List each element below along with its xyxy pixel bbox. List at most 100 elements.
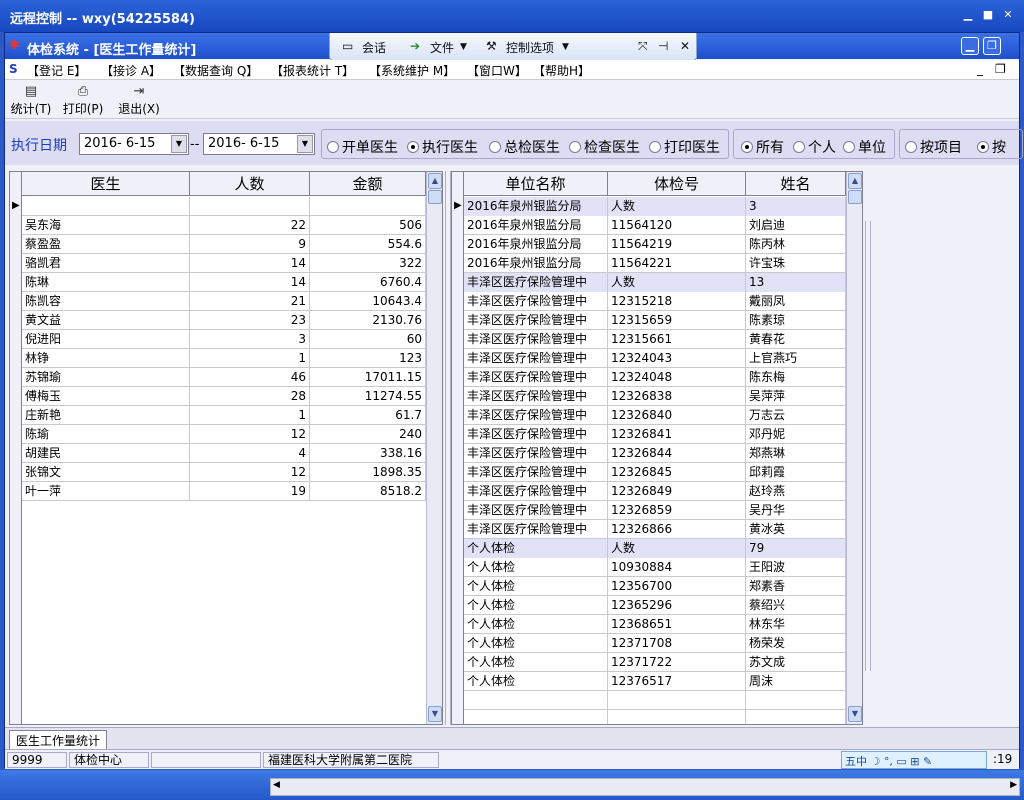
table-cell: 个人体检 xyxy=(464,577,608,596)
mdi-doc-icon[interactable]: S xyxy=(9,62,18,76)
table-cell: 个人体检 xyxy=(464,615,608,634)
minimize-icon[interactable]: ▁ xyxy=(960,7,976,23)
col-header-unit[interactable]: 单位名称 xyxy=(464,172,608,196)
tab-doctor-workload[interactable]: 医生工作量统计 xyxy=(9,730,108,749)
radio-summary-doctor[interactable]: 总检医生 xyxy=(489,137,560,157)
scroll-thumb[interactable] xyxy=(848,190,862,204)
scroll-down-icon[interactable]: ▼ xyxy=(848,706,862,722)
status-user-id: 9999 xyxy=(7,752,67,768)
close-remote-bar-icon[interactable]: ✕ xyxy=(680,39,690,53)
col-header-exam-no[interactable]: 体检号 xyxy=(608,172,746,196)
menu-register[interactable]: 【登记 E】 xyxy=(27,62,86,79)
table-cell: 郑燕琳 xyxy=(746,444,846,463)
col-header-amount[interactable]: 金额 xyxy=(310,172,426,196)
table-cell xyxy=(464,710,608,724)
radio-by-item[interactable]: 按项目 xyxy=(905,137,962,157)
table-cell: 傅梅玉 xyxy=(22,387,190,406)
scroll-down-icon[interactable]: ▼ xyxy=(428,706,442,722)
control-options-button[interactable]: 控制选项 xyxy=(506,39,554,56)
maximize-icon[interactable]: ■ xyxy=(980,7,996,23)
date-to-value: 2016- 6-15 xyxy=(208,136,280,151)
table-cell: 4 xyxy=(190,444,310,463)
radio-scope-unit[interactable]: 单位 xyxy=(843,137,886,157)
menu-report-stat[interactable]: 【报表统计 T】 xyxy=(271,62,354,79)
table-cell: 12 xyxy=(190,463,310,482)
menu-window[interactable]: 【窗口W】 xyxy=(467,62,527,79)
table-cell: 12326849 xyxy=(608,482,746,501)
table-cell: 12371708 xyxy=(608,634,746,653)
table-cell: 黄冰英 xyxy=(746,520,846,539)
date-to-dropdown-icon[interactable]: ▼ xyxy=(297,135,313,153)
radio-scope-person[interactable]: 个人 xyxy=(793,137,836,157)
mdi-restore-icon[interactable]: ❐ xyxy=(995,62,1006,76)
file-button[interactable]: 文件 xyxy=(430,39,454,56)
radio-print-doctor[interactable]: 打印医生 xyxy=(649,137,720,157)
table-cell: 9 xyxy=(190,235,310,254)
menu-data-query[interactable]: 【数据查询 Q】 xyxy=(173,62,258,79)
splitter-right[interactable] xyxy=(865,221,871,671)
table-cell: 丰泽区医疗保险管理中 xyxy=(464,330,608,349)
menu-bar: S 【登记 E】 【接诊 A】 【数据查询 Q】 【报表统计 T】 【系统维护 … xyxy=(5,60,1019,80)
table-cell: 万志云 xyxy=(746,406,846,425)
date-from-dropdown-icon[interactable]: ▼ xyxy=(171,135,187,153)
table-cell: 丰泽区医疗保险管理中 xyxy=(464,273,608,292)
table-cell: 12326844 xyxy=(608,444,746,463)
ime-toolbar[interactable]: 五中 ☽ °, ▭ ⊞ ✎ xyxy=(841,751,987,769)
scroll-up-icon[interactable]: ▲ xyxy=(848,173,862,189)
wrench-icon[interactable]: ⚒ xyxy=(486,39,497,53)
table-cell: 1 xyxy=(190,349,310,368)
remote-horizontal-scrollbar[interactable]: ◀ ▶ xyxy=(270,778,1020,796)
table-cell: 陈琳 xyxy=(22,273,190,292)
print-label: 打印(P) xyxy=(62,102,104,116)
table-cell: 个人体检 xyxy=(464,634,608,653)
options-dropdown-icon[interactable]: ▼ xyxy=(562,42,569,52)
menu-system-maint[interactable]: 【系统维护 M】 xyxy=(369,62,455,79)
chat-button[interactable]: 会话 xyxy=(362,39,386,56)
stat-icon: ▤ xyxy=(24,84,38,99)
scroll-right-icon[interactable]: ▶ xyxy=(1010,780,1017,790)
menu-help[interactable]: 【帮助H】 xyxy=(533,62,590,79)
exec-date-label: 执行日期 xyxy=(11,138,67,154)
table-cell: 人数 xyxy=(608,197,746,216)
table-cell xyxy=(608,691,746,710)
file-dropdown-icon[interactable]: ▼ xyxy=(460,42,467,52)
menu-reception[interactable]: 【接诊 A】 xyxy=(101,62,161,79)
table-cell: 戴丽凤 xyxy=(746,292,846,311)
close-icon[interactable]: ✕ xyxy=(1000,7,1016,23)
table-cell: 刘启迪 xyxy=(746,216,846,235)
table-cell: 丰泽区医疗保险管理中 xyxy=(464,444,608,463)
scroll-left-icon[interactable]: ◀ xyxy=(273,780,280,790)
radio-exec-doctor[interactable]: 执行医生 xyxy=(407,137,478,157)
app-minimize-button[interactable]: ▁ xyxy=(961,37,979,55)
radio-order-doctor[interactable]: 开单医生 xyxy=(327,137,398,157)
radio-scope-all[interactable]: 所有 xyxy=(741,137,784,157)
mdi-minimize-icon[interactable]: _ xyxy=(977,62,983,76)
chat-icon[interactable]: ▭ xyxy=(342,39,353,53)
app-title: 体检系统 - [医生工作量统计] xyxy=(27,43,197,58)
app-restore-button[interactable]: ❐ xyxy=(983,37,1001,55)
scroll-up-icon[interactable]: ▲ xyxy=(428,173,442,189)
pin-icon[interactable]: ⊣ xyxy=(658,39,668,53)
date-to-picker[interactable]: 2016- 6-15 ▼ xyxy=(203,133,315,155)
table-cell: 60 xyxy=(310,330,426,349)
radio-exam-doctor[interactable]: 检查医生 xyxy=(569,137,640,157)
col-header-count[interactable]: 人数 xyxy=(190,172,310,196)
exit-button[interactable]: ⇥ 退出(X) xyxy=(117,84,161,116)
print-button[interactable]: ⎙ 打印(P) xyxy=(61,84,105,116)
date-from-picker[interactable]: 2016- 6-15 ▼ xyxy=(79,133,189,155)
fullscreen-icon[interactable]: ⤧ xyxy=(638,39,648,54)
stat-button[interactable]: ▤ 统计(T) xyxy=(9,84,53,116)
table-cell: 周沫 xyxy=(746,672,846,691)
scroll-thumb[interactable] xyxy=(428,190,442,204)
table-cell: 叶一萍 xyxy=(22,482,190,501)
col-header-name[interactable]: 姓名 xyxy=(746,172,846,196)
col-header-doctor[interactable]: 医生 xyxy=(22,172,190,196)
left-grid-scrollbar[interactable]: ▲ ▼ xyxy=(426,172,442,724)
table-cell: 林东华 xyxy=(746,615,846,634)
right-grid-scrollbar[interactable]: ▲ ▼ xyxy=(846,172,862,724)
table-cell: 陈东梅 xyxy=(746,368,846,387)
stat-label: 统计(T) xyxy=(10,102,52,116)
file-icon[interactable]: ➔ xyxy=(410,39,420,53)
radio-by-other[interactable]: 按 xyxy=(977,137,1006,157)
table-cell: 61.7 xyxy=(310,406,426,425)
